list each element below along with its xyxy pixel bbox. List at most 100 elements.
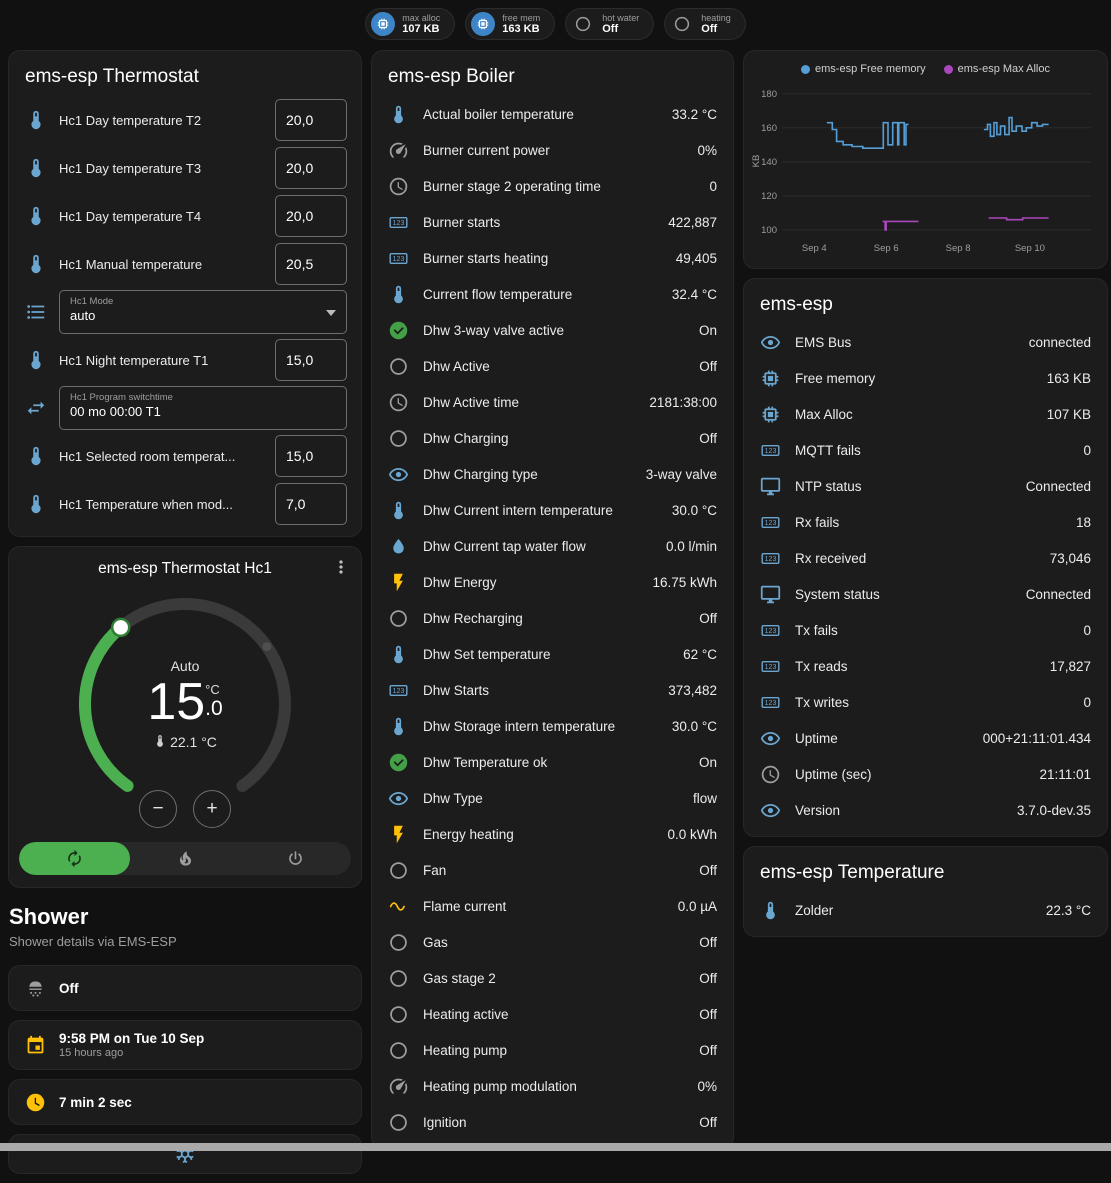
clock-icon [760, 764, 781, 785]
boiler-row-heating-pump[interactable]: Heating pumpOff [372, 1032, 733, 1068]
input-hc1-day-temperature-t3[interactable]: 20,0 [275, 147, 347, 189]
svg-text:Sep 10: Sep 10 [1015, 243, 1045, 254]
boiler-row-dhw-charging-type[interactable]: Dhw Charging type3-way valve [372, 456, 733, 492]
emsesp-row-version[interactable]: Version3.7.0-dev.35 [744, 792, 1107, 828]
emsesp-row-ems-bus[interactable]: EMS Busconnected [744, 324, 1107, 360]
input-hc1-night-temperature-t1[interactable]: 15,0 [275, 339, 347, 381]
boiler-row-burner-starts[interactable]: 123Burner starts422,887 [372, 204, 733, 240]
emsesp-row-max-alloc[interactable]: Max Alloc107 KB [744, 396, 1107, 432]
calendar-icon [25, 1035, 46, 1056]
input-hc1-manual-temperature[interactable]: 20,5 [275, 243, 347, 285]
emsesp-row-rx-received[interactable]: 123Rx received73,046 [744, 540, 1107, 576]
flash-icon [388, 572, 409, 593]
entity-label: Burner starts heating [423, 251, 662, 266]
circle-icon [388, 932, 409, 953]
boiler-row-energy-heating[interactable]: Energy heating0.0 kWh [372, 816, 733, 852]
badge-max-alloc[interactable]: max alloc107 KB [365, 8, 455, 40]
shower-row-2[interactable]: 7 min 2 sec [9, 1080, 361, 1124]
frost-partial-card[interactable] [8, 1134, 362, 1174]
legend-item-ems-esp-free-memory[interactable]: ems-esp Free memory [801, 63, 926, 75]
chip-icon [476, 17, 490, 31]
legend-item-ems-esp-max-alloc[interactable]: ems-esp Max Alloc [944, 63, 1050, 75]
boiler-row-burner-stage-2-operating-time[interactable]: Burner stage 2 operating time0 [372, 168, 733, 204]
emsesp-row-tx-reads[interactable]: 123Tx reads17,827 [744, 648, 1107, 684]
temperature-row-zolder[interactable]: Zolder22.3 °C [744, 892, 1107, 928]
badge-heating[interactable]: heatingOff [664, 8, 746, 40]
emsesp-row-ntp-status[interactable]: NTP statusConnected [744, 468, 1107, 504]
boiler-row-dhw-storage-intern-temperature[interactable]: Dhw Storage intern temperature30.0 °C [372, 708, 733, 744]
right-column: ems-esp Free memoryems-esp Max Alloc 100… [743, 50, 1108, 946]
boiler-row-dhw-3-way-valve-active[interactable]: Dhw 3-way valve activeOn [372, 312, 733, 348]
power-icon [286, 849, 305, 868]
setting-row-hc1-manual-temperature: Hc1 Manual temperature20,5 [9, 240, 361, 288]
svg-text:160: 160 [761, 123, 777, 134]
emsesp-row-uptime-sec[interactable]: Uptime (sec)21:11:01 [744, 756, 1107, 792]
entity-value: Off [699, 1115, 717, 1130]
more-options-button[interactable] [331, 557, 351, 582]
input-hc1-temperature-when-mod[interactable]: 7,0 [275, 483, 347, 525]
boiler-row-heating-active[interactable]: Heating activeOff [372, 996, 733, 1032]
emsesp-row-free-memory[interactable]: Free memory163 KB [744, 360, 1107, 396]
badge-free-mem[interactable]: free mem163 KB [465, 8, 555, 40]
timer-icon [25, 1092, 46, 1113]
list-icon [25, 301, 47, 323]
boiler-row-dhw-active-time[interactable]: Dhw Active time2181:38:00 [372, 384, 733, 420]
boiler-row-dhw-active[interactable]: Dhw ActiveOff [372, 348, 733, 384]
boiler-row-ignition[interactable]: IgnitionOff [372, 1104, 733, 1140]
increase-temperature-button[interactable]: + [193, 790, 231, 828]
hvac-mode-heat-button[interactable] [130, 842, 241, 875]
shower-row-0[interactable]: Off [9, 966, 361, 1010]
boiler-rows: Actual boiler temperature33.2 °CBurner c… [372, 96, 733, 1148]
boiler-row-burner-starts-heating[interactable]: 123Burner starts heating49,405 [372, 240, 733, 276]
entity-label: Heating pump modulation [423, 1079, 683, 1094]
boiler-row-gas[interactable]: GasOff [372, 924, 733, 960]
boiler-row-dhw-charging[interactable]: Dhw ChargingOff [372, 420, 733, 456]
boiler-row-dhw-starts[interactable]: 123Dhw Starts373,482 [372, 672, 733, 708]
dial-arc[interactable] [65, 584, 305, 824]
badge-icon-wrap [670, 12, 694, 36]
boiler-row-burner-current-power[interactable]: Burner current power0% [372, 132, 733, 168]
entity-label: Dhw 3-way valve active [423, 323, 685, 338]
input-hc1-selected-room-temperat[interactable]: 15,0 [275, 435, 347, 477]
decrease-temperature-button[interactable]: − [139, 790, 177, 828]
boiler-row-dhw-current-intern-temperature[interactable]: Dhw Current intern temperature30.0 °C [372, 492, 733, 528]
boiler-row-dhw-temperature-ok[interactable]: Dhw Temperature okOn [372, 744, 733, 780]
input-hc1-day-temperature-t2[interactable]: 20,0 [275, 99, 347, 141]
badge-hot-water[interactable]: hot waterOff [565, 8, 654, 40]
input-hc1-program-switchtime[interactable]: Hc1 Program switchtime00 mo 00:00 T1 [59, 386, 347, 430]
circle-icon [388, 1004, 409, 1025]
badge-label: hot water [602, 13, 639, 23]
hvac-mode-off-button[interactable] [240, 842, 351, 875]
emsesp-row-system-status[interactable]: System statusConnected [744, 576, 1107, 612]
dial-handle[interactable] [112, 619, 129, 636]
boiler-row-dhw-type[interactable]: Dhw Typeflow [372, 780, 733, 816]
select-hc1-mode[interactable]: Hc1 Modeauto [59, 290, 347, 334]
boiler-row-dhw-current-tap-water-flow[interactable]: Dhw Current tap water flow0.0 l/min [372, 528, 733, 564]
shower-row-1[interactable]: 9:58 PM on Tue 10 Sep15 hours ago [9, 1021, 361, 1069]
entity-value: Off [699, 935, 717, 950]
boiler-row-flame-current[interactable]: Flame current0.0 µA [372, 888, 733, 924]
thermostat-dial[interactable]: Auto 15 °C .0 22.1 °C [65, 584, 305, 824]
boiler-row-actual-boiler-temperature[interactable]: Actual boiler temperature33.2 °C [372, 96, 733, 132]
boiler-row-fan[interactable]: FanOff [372, 852, 733, 888]
boiler-row-current-flow-temperature[interactable]: Current flow temperature32.4 °C [372, 276, 733, 312]
status-badges: max alloc107 KB free mem163 KB hot waterOf… [0, 0, 1111, 50]
emsesp-row-tx-writes[interactable]: 123Tx writes0 [744, 684, 1107, 720]
chip-icon [376, 17, 390, 31]
entity-label: NTP status [795, 479, 1012, 494]
hvac-mode-auto-button[interactable] [19, 842, 130, 875]
boiler-row-gas-stage-2[interactable]: Gas stage 2Off [372, 960, 733, 996]
boiler-row-heating-pump-modulation[interactable]: Heating pump modulation0% [372, 1068, 733, 1104]
boiler-row-dhw-set-temperature[interactable]: Dhw Set temperature62 °C [372, 636, 733, 672]
boiler-row-dhw-energy[interactable]: Dhw Energy16.75 kWh [372, 564, 733, 600]
monitor-icon [760, 476, 781, 497]
input-hc1-day-temperature-t4[interactable]: 20,0 [275, 195, 347, 237]
emsesp-row-mqtt-fails[interactable]: 123MQTT fails0 [744, 432, 1107, 468]
bottom-scrollbar[interactable] [0, 1143, 1111, 1151]
thermometer-icon [25, 445, 47, 467]
boiler-row-dhw-recharging[interactable]: Dhw RechargingOff [372, 600, 733, 636]
emsesp-row-uptime[interactable]: Uptime000+21:11:01.434 [744, 720, 1107, 756]
chevron-down-icon [326, 310, 336, 316]
emsesp-row-tx-fails[interactable]: 123Tx fails0 [744, 612, 1107, 648]
emsesp-row-rx-fails[interactable]: 123Rx fails18 [744, 504, 1107, 540]
